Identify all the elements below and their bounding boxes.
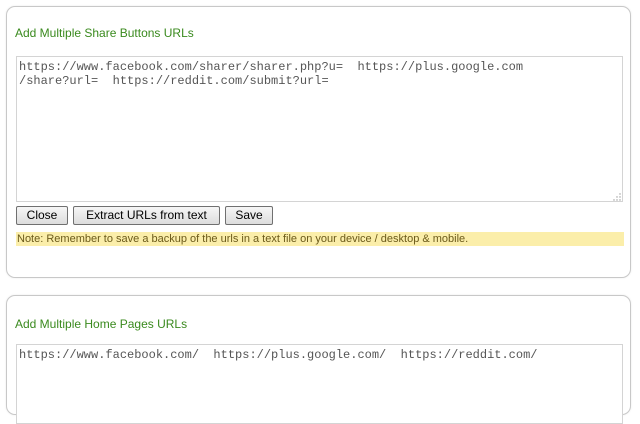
home-pages-panel: Add Multiple Home Pages URLs https://www…: [6, 295, 631, 424]
home-panel-title: Add Multiple Home Pages URLs: [15, 317, 188, 331]
extract-urls-button[interactable]: Extract URLs from text: [73, 206, 220, 225]
share-panel-title: Add Multiple Share Buttons URLs: [15, 26, 194, 40]
backup-note: Note: Remember to save a backup of the u…: [16, 232, 624, 246]
resize-grip-icon[interactable]: [613, 193, 621, 201]
share-urls-textarea[interactable]: https://www.facebook.com/sharer/sharer.p…: [16, 56, 623, 202]
save-button[interactable]: Save: [225, 206, 273, 225]
home-urls-textarea[interactable]: https://www.facebook.com/ https://plus.g…: [16, 344, 623, 424]
close-button[interactable]: Close: [16, 206, 68, 225]
share-buttons-panel: Add Multiple Share Buttons URLs https://…: [6, 6, 631, 278]
